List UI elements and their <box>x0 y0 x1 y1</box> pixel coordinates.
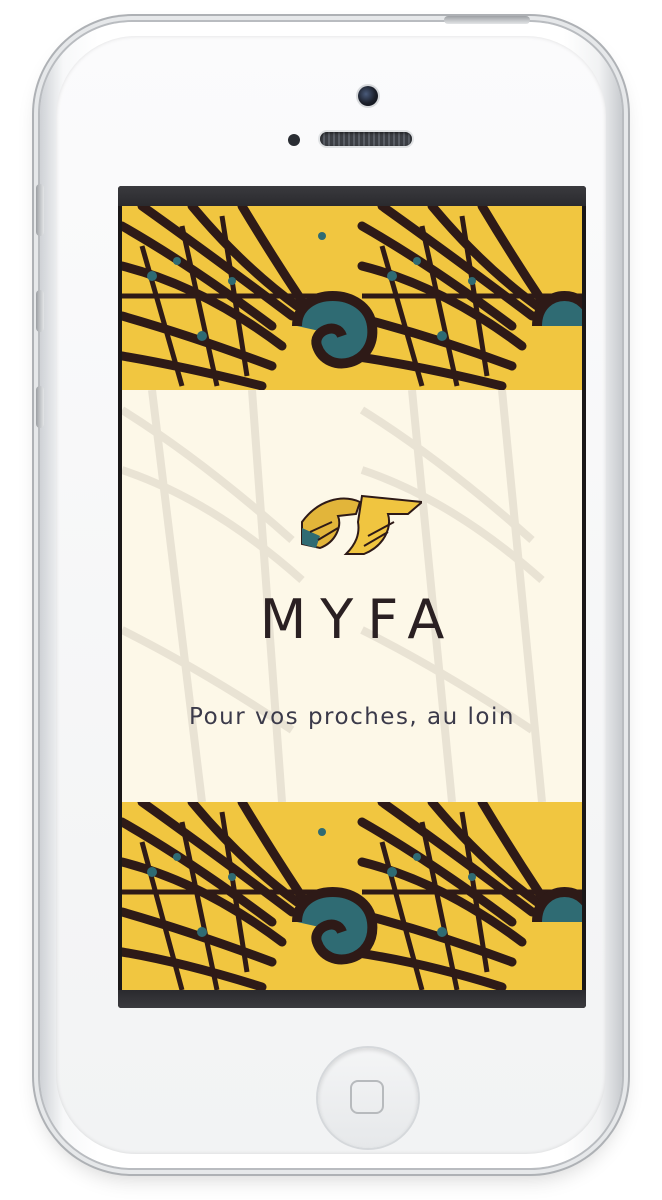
front-camera-icon <box>358 86 378 106</box>
myfa-hands-logo-icon <box>301 494 422 555</box>
pattern-banner-bottom <box>122 802 582 990</box>
home-square-icon <box>350 1080 384 1114</box>
volume-up-button <box>36 290 44 332</box>
tagline: Pour vos proches, au loin <box>189 704 515 730</box>
power-button <box>444 16 530 24</box>
brand-name: MYFA <box>259 588 459 651</box>
wax-print-pattern-bottom <box>122 802 582 990</box>
wax-print-pattern-top <box>122 206 582 390</box>
home-button[interactable] <box>318 1048 418 1148</box>
screen-bottom-bezel <box>118 990 586 1008</box>
proximity-sensor <box>288 134 300 146</box>
pattern-banner-top <box>122 206 582 390</box>
earpiece-speaker <box>320 132 412 146</box>
splash-panel: MYFA Pour vos proches, au loin <box>122 390 582 802</box>
mockup-stage: MYFA Pour vos proches, au loin <box>0 0 662 1200</box>
volume-down-button <box>36 386 44 428</box>
app-screen: MYFA Pour vos proches, au loin <box>118 186 586 1008</box>
mute-switch <box>36 184 44 236</box>
screen-top-bezel <box>118 186 586 206</box>
